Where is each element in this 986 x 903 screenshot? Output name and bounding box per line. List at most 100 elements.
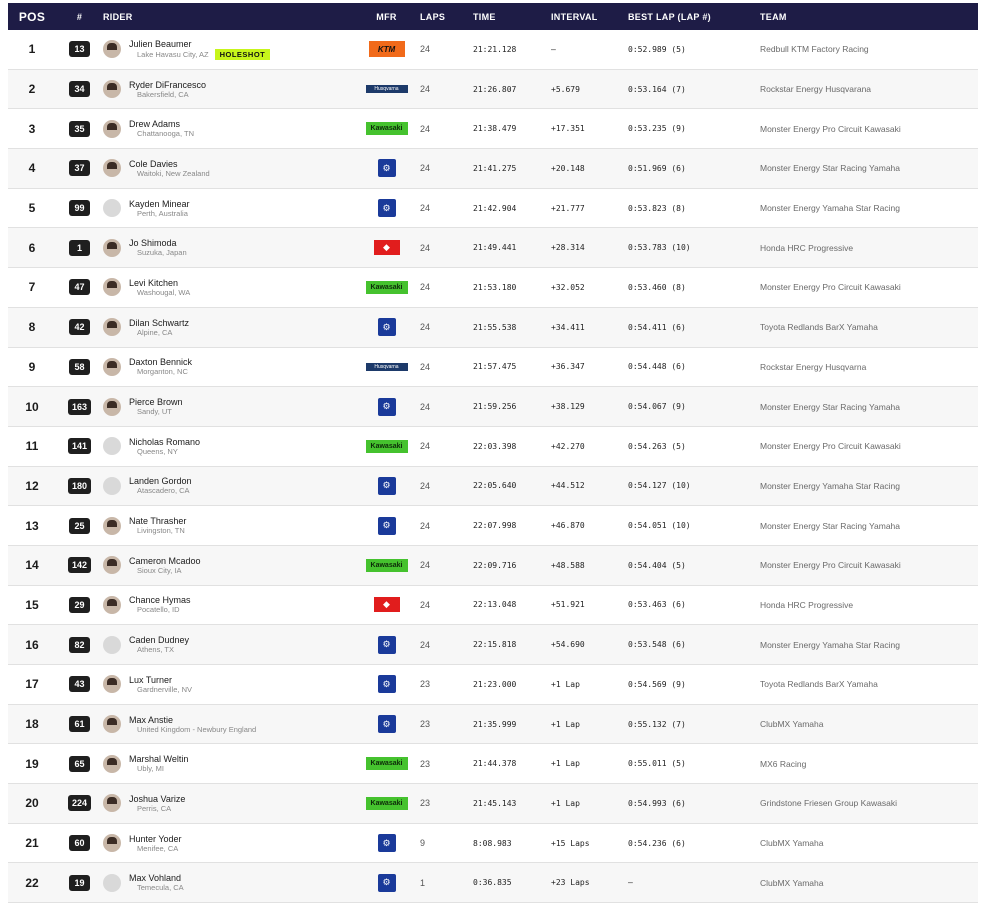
table-row[interactable]: 15 29 Chance Hymas Pocatello, ID ◆ 24 22:13.04… [8, 585, 978, 626]
table-row[interactable]: 1 13 Julien Beaumer Lake Havasu City, AZ HOL… [8, 30, 978, 70]
header-rider[interactable]: RIDER [103, 12, 353, 22]
rider-name[interactable]: Landen Gordon [129, 476, 192, 486]
table-row[interactable]: 9 58 Daxton Bennick Morganton, NC Husqvarna 2… [8, 347, 978, 388]
rider-location: Bakersfield, CA [137, 90, 206, 99]
number-cell: 180 [56, 477, 103, 494]
rider-cell[interactable]: Jo Shimoda Suzuka, Japan [103, 238, 353, 257]
laps-cell: 24 [420, 84, 431, 95]
rider-name[interactable]: Drew Adams [129, 119, 194, 129]
husqvarna-logo-icon: Husqvarna [365, 85, 408, 94]
table-row[interactable]: 17 43 Lux Turner Gardnerville, NV ⚙ 23 21:23.0… [8, 665, 978, 705]
header-laps[interactable]: LAPS [420, 12, 473, 22]
table-row[interactable]: 3 35 Drew Adams Chattanooga, TN Kawasaki 24 21… [8, 109, 978, 150]
table-row[interactable]: 8 42 Dilan Schwartz Alpine, CA ⚙ 24 21:55.538 +… [8, 307, 978, 348]
rider-cell[interactable]: Cameron Mcadoo Sioux City, IA [103, 556, 353, 575]
rider-name[interactable]: Joshua Varize [129, 794, 185, 804]
rider-cell[interactable]: Daxton Bennick Morganton, NC [103, 357, 353, 376]
rider-name[interactable]: Max Anstie [129, 715, 256, 725]
rider-cell[interactable]: Dilan Schwartz Alpine, CA [103, 318, 353, 337]
kawasaki-logo-icon: Kawasaki [365, 439, 408, 453]
rider-location: Athens, TX [137, 645, 189, 654]
rider-cell[interactable]: Chance Hymas Pocatello, ID [103, 595, 353, 614]
rider-cell[interactable]: Drew Adams Chattanooga, TN [103, 119, 353, 138]
laps-cell: 24 [420, 480, 431, 491]
header-number[interactable]: # [56, 12, 103, 22]
header-team[interactable]: TEAM [760, 12, 978, 22]
rider-name[interactable]: Marshal Weltin [129, 754, 188, 764]
rider-cell[interactable]: Max Vohland Temecula, CA [103, 873, 353, 892]
rider-cell[interactable]: Ryder DiFrancesco Bakersfield, CA [103, 80, 353, 99]
rider-name[interactable]: Lux Turner [129, 675, 192, 685]
time-cell: 21:38.479 [473, 124, 517, 134]
team-cell: Monster Energy Star Racing Yamaha [760, 163, 901, 174]
table-row[interactable]: 13 25 Nate Thrasher Livingston, TN ⚙ 24 22:07.… [8, 506, 978, 546]
header-mfr[interactable]: MFR [353, 12, 420, 22]
rider-info: Cameron Mcadoo Sioux City, IA [129, 556, 201, 575]
rider-cell[interactable]: Pierce Brown Sandy, UT [103, 397, 353, 416]
rider-cell[interactable]: Landen Gordon Atascadero, CA [103, 476, 353, 495]
rider-cell[interactable]: Joshua Varize Perris, CA [103, 794, 353, 813]
rider-cell[interactable]: Lux Turner Gardnerville, NV [103, 675, 353, 694]
rider-cell[interactable]: Caden Dudney Athens, TX [103, 635, 353, 654]
header-time[interactable]: TIME [473, 12, 551, 22]
number-cell: 47 [56, 279, 103, 296]
best-lap-cell: 0:54.067 (9) [628, 402, 686, 412]
table-row[interactable]: 4 37 Cole Davies Waitoki, New Zealand ⚙ 24 21:… [8, 149, 978, 189]
rider-location: Temecula, CA [137, 883, 184, 892]
rider-cell[interactable]: Cole Davies Waitoki, New Zealand [103, 159, 353, 178]
table-row[interactable]: 2 34 Ryder DiFrancesco Bakersfield, CA Husqv… [8, 69, 978, 110]
rider-name[interactable]: Jo Shimoda [129, 238, 187, 248]
rider-cell[interactable]: Levi Kitchen Washougal, WA [103, 278, 353, 297]
team-cell: Redbull KTM Factory Racing [760, 44, 869, 55]
rider-name[interactable]: Cole Davies [129, 159, 210, 169]
rider-cell[interactable]: Max Anstie United Kingdom - Newbury Engla… [103, 715, 353, 734]
rider-info: Ryder DiFrancesco Bakersfield, CA [129, 80, 206, 99]
rider-name[interactable]: Nate Thrasher [129, 516, 186, 526]
position-cell: 9 [28, 359, 36, 374]
rider-cell[interactable]: Nate Thrasher Livingston, TN [103, 516, 353, 535]
table-row[interactable]: 11 141 Nicholas Romano Queens, NY Kawasaki 24… [8, 426, 978, 467]
table-body: 1 13 Julien Beaumer Lake Havasu City, AZ HOL… [8, 30, 978, 903]
table-row[interactable]: 10 163 Pierce Brown Sandy, UT ⚙ 24 21:59.256 +3… [8, 387, 978, 427]
table-row[interactable]: 5 99 Kayden Minear Perth, Australia ⚙ 24 21:42… [8, 188, 978, 229]
team-cell: Monster Energy Yamaha Star Racing [760, 203, 901, 214]
table-row[interactable]: 16 82 Caden Dudney Athens, TX ⚙ 24 22:15.818 +5… [8, 625, 978, 665]
rider-name[interactable]: Nicholas Romano [129, 437, 200, 447]
rider-name[interactable]: Ryder DiFrancesco [129, 80, 206, 90]
rider-name[interactable]: Daxton Bennick [129, 357, 192, 367]
rider-name[interactable]: Cameron Mcadoo [129, 556, 201, 566]
header-interval[interactable]: INTERVAL [551, 12, 628, 22]
header-best-lap[interactable]: BEST LAP (LAP #) [628, 12, 760, 22]
interval-cell: +1 Lap [551, 679, 580, 689]
rider-cell[interactable]: Marshal Weltin Ubly, MI [103, 754, 353, 773]
table-row[interactable]: 20 224 Joshua Varize Perris, CA Kawasaki 23 21… [8, 784, 978, 824]
rider-cell[interactable]: Hunter Yoder Menifee, CA [103, 834, 353, 853]
rider-name[interactable]: Dilan Schwartz [129, 318, 189, 328]
time-cell: 22:09.716 [473, 560, 517, 570]
table-row[interactable]: 7 47 Levi Kitchen Washougal, WA Kawasaki 24 21… [8, 268, 978, 308]
rider-name[interactable]: Kayden Minear [129, 199, 190, 209]
number-cell: 163 [56, 398, 103, 415]
table-row[interactable]: 18 61 Max Anstie United Kingdom - Newbury E… [8, 704, 978, 745]
rider-name[interactable]: Pierce Brown [129, 397, 183, 407]
rider-name[interactable]: Max Vohland [129, 873, 184, 883]
table-row[interactable]: 19 65 Marshal Weltin Ubly, MI Kawasaki 23 21:4… [8, 744, 978, 785]
table-row[interactable]: 22 19 Max Vohland Temecula, CA ⚙ 1 0:36.835 +23… [8, 863, 978, 903]
laps-cell: 24 [420, 520, 431, 531]
rider-cell[interactable]: Kayden Minear Perth, Australia [103, 199, 353, 218]
table-row[interactable]: 6 1 Jo Shimoda Suzuka, Japan ◆ 24 21:49.441 +28… [8, 228, 978, 269]
table-row[interactable]: 12 180 Landen Gordon Atascadero, CA ⚙ 24 22:05… [8, 466, 978, 507]
table-row[interactable]: 14 142 Cameron Mcadoo Sioux City, IA Kawasak… [8, 545, 978, 586]
rider-name[interactable]: Caden Dudney [129, 635, 189, 645]
avatar [103, 754, 121, 773]
rider-name[interactable]: Julien Beaumer [129, 39, 270, 49]
best-lap-cell: 0:53.783 (10) [628, 243, 691, 253]
rider-name[interactable]: Hunter Yoder [129, 834, 182, 844]
rider-name[interactable]: Levi Kitchen [129, 278, 190, 288]
table-row[interactable]: 21 60 Hunter Yoder Menifee, CA ⚙ 9 8:08.983 +15… [8, 823, 978, 864]
rider-cell[interactable]: Nicholas Romano Queens, NY [103, 437, 353, 456]
rider-name[interactable]: Chance Hymas [129, 595, 191, 605]
rider-cell[interactable]: Julien Beaumer Lake Havasu City, AZ HOLESH… [103, 39, 353, 60]
rider-location-text: Bakersfield, CA [137, 89, 189, 99]
header-pos[interactable]: POS [8, 10, 56, 24]
